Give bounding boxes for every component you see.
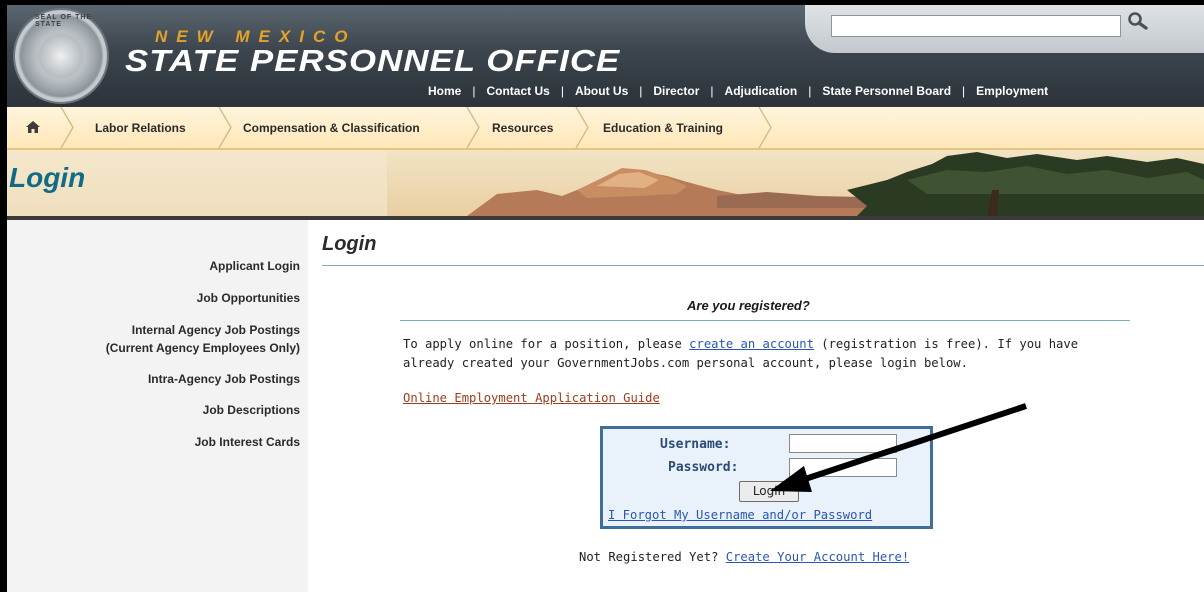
- subnav-labor-relations[interactable]: Labor Relations: [95, 107, 186, 148]
- forgot-credentials-link[interactable]: I Forgot My Username and/or Password: [608, 508, 872, 522]
- topnav-contact-us[interactable]: Contact Us: [475, 84, 560, 98]
- topnav-home[interactable]: Home: [417, 84, 472, 98]
- username-field[interactable]: [789, 434, 897, 453]
- password-label: Password:: [668, 460, 739, 475]
- sidebar-item-job-opportunities[interactable]: Job Opportunities: [197, 289, 300, 307]
- home-icon[interactable]: [25, 119, 41, 135]
- page-title: Login: [322, 233, 377, 255]
- page-banner: Login: [7, 150, 1204, 216]
- breadcrumb-chevron: [466, 107, 480, 148]
- sidebar-item-internal-agency-job-postings[interactable]: Internal Agency Job Postings: [132, 321, 300, 339]
- intro-text-before: To apply online for a position, please: [403, 337, 690, 351]
- topnav-about-us[interactable]: About Us: [564, 84, 639, 98]
- site-header: SEAL OF THE STATE NEW MEXICO STATE PERSO…: [7, 5, 1204, 107]
- topnav-director[interactable]: Director: [642, 84, 710, 98]
- not-registered-text: Not Registered Yet?: [579, 550, 726, 564]
- subnav-education-training[interactable]: Education & Training: [603, 107, 723, 148]
- breadcrumb-chevron: [575, 107, 589, 148]
- topnav-employment[interactable]: Employment: [965, 84, 1059, 98]
- frame-left: [0, 0, 7, 592]
- frame-top: [0, 0, 1204, 5]
- application-guide-link[interactable]: Online Employment Application Guide: [403, 391, 660, 405]
- topnav-adjudication[interactable]: Adjudication: [714, 84, 809, 98]
- sidebar-item-intra-agency-job-postings[interactable]: Intra-Agency Job Postings: [148, 370, 300, 388]
- subnav-resources[interactable]: Resources: [492, 107, 553, 148]
- seal-text: SEAL OF THE STATE: [35, 14, 93, 28]
- create-account-here-link[interactable]: Create Your Account Here!: [726, 550, 909, 564]
- sidebar-item-applicant-login[interactable]: Applicant Login: [209, 257, 300, 275]
- password-field[interactable]: [789, 458, 897, 477]
- topnav-state-personnel-board[interactable]: State Personnel Board: [811, 84, 962, 98]
- sub-navigation: Labor Relations Compensation & Classific…: [7, 107, 1204, 150]
- create-account-link[interactable]: create an account: [689, 337, 814, 351]
- canyon-landscape-image: [387, 150, 1204, 216]
- not-registered-line: Not Registered Yet? Create Your Account …: [579, 550, 909, 564]
- office-name[interactable]: STATE PERSONNEL OFFICE: [125, 43, 620, 79]
- sidebar-item-job-interest-cards[interactable]: Job Interest Cards: [195, 433, 300, 451]
- top-navigation: Home | Contact Us | About Us | Director …: [417, 84, 1059, 98]
- sidebar-item-job-descriptions[interactable]: Job Descriptions: [203, 401, 300, 419]
- search-input[interactable]: [831, 15, 1121, 37]
- state-seal-logo[interactable]: SEAL OF THE STATE: [13, 8, 109, 104]
- login-form: Username: Password: Login I Forgot My Us…: [600, 426, 933, 529]
- banner-title: Login: [9, 162, 86, 193]
- search-button[interactable]: [1127, 11, 1157, 37]
- registration-question: Are you registered?: [687, 298, 810, 313]
- intro-paragraph: To apply online for a position, please c…: [403, 335, 1123, 373]
- sidebar: Applicant Login Job Opportunities Intern…: [7, 220, 308, 592]
- title-divider: [322, 265, 1204, 266]
- question-divider: [400, 320, 1130, 321]
- login-button[interactable]: Login: [739, 481, 799, 502]
- breadcrumb-chevron: [60, 107, 74, 148]
- search-icon: [1127, 12, 1149, 35]
- breadcrumb-chevron: [218, 107, 232, 148]
- username-label: Username:: [660, 437, 731, 452]
- breadcrumb-chevron: [758, 107, 772, 148]
- subnav-compensation-classification[interactable]: Compensation & Classification: [243, 107, 420, 148]
- search-area: [805, 5, 1204, 53]
- sidebar-item-internal-agency-note[interactable]: (Current Agency Employees Only): [106, 339, 300, 357]
- seal-emblem: [39, 34, 83, 78]
